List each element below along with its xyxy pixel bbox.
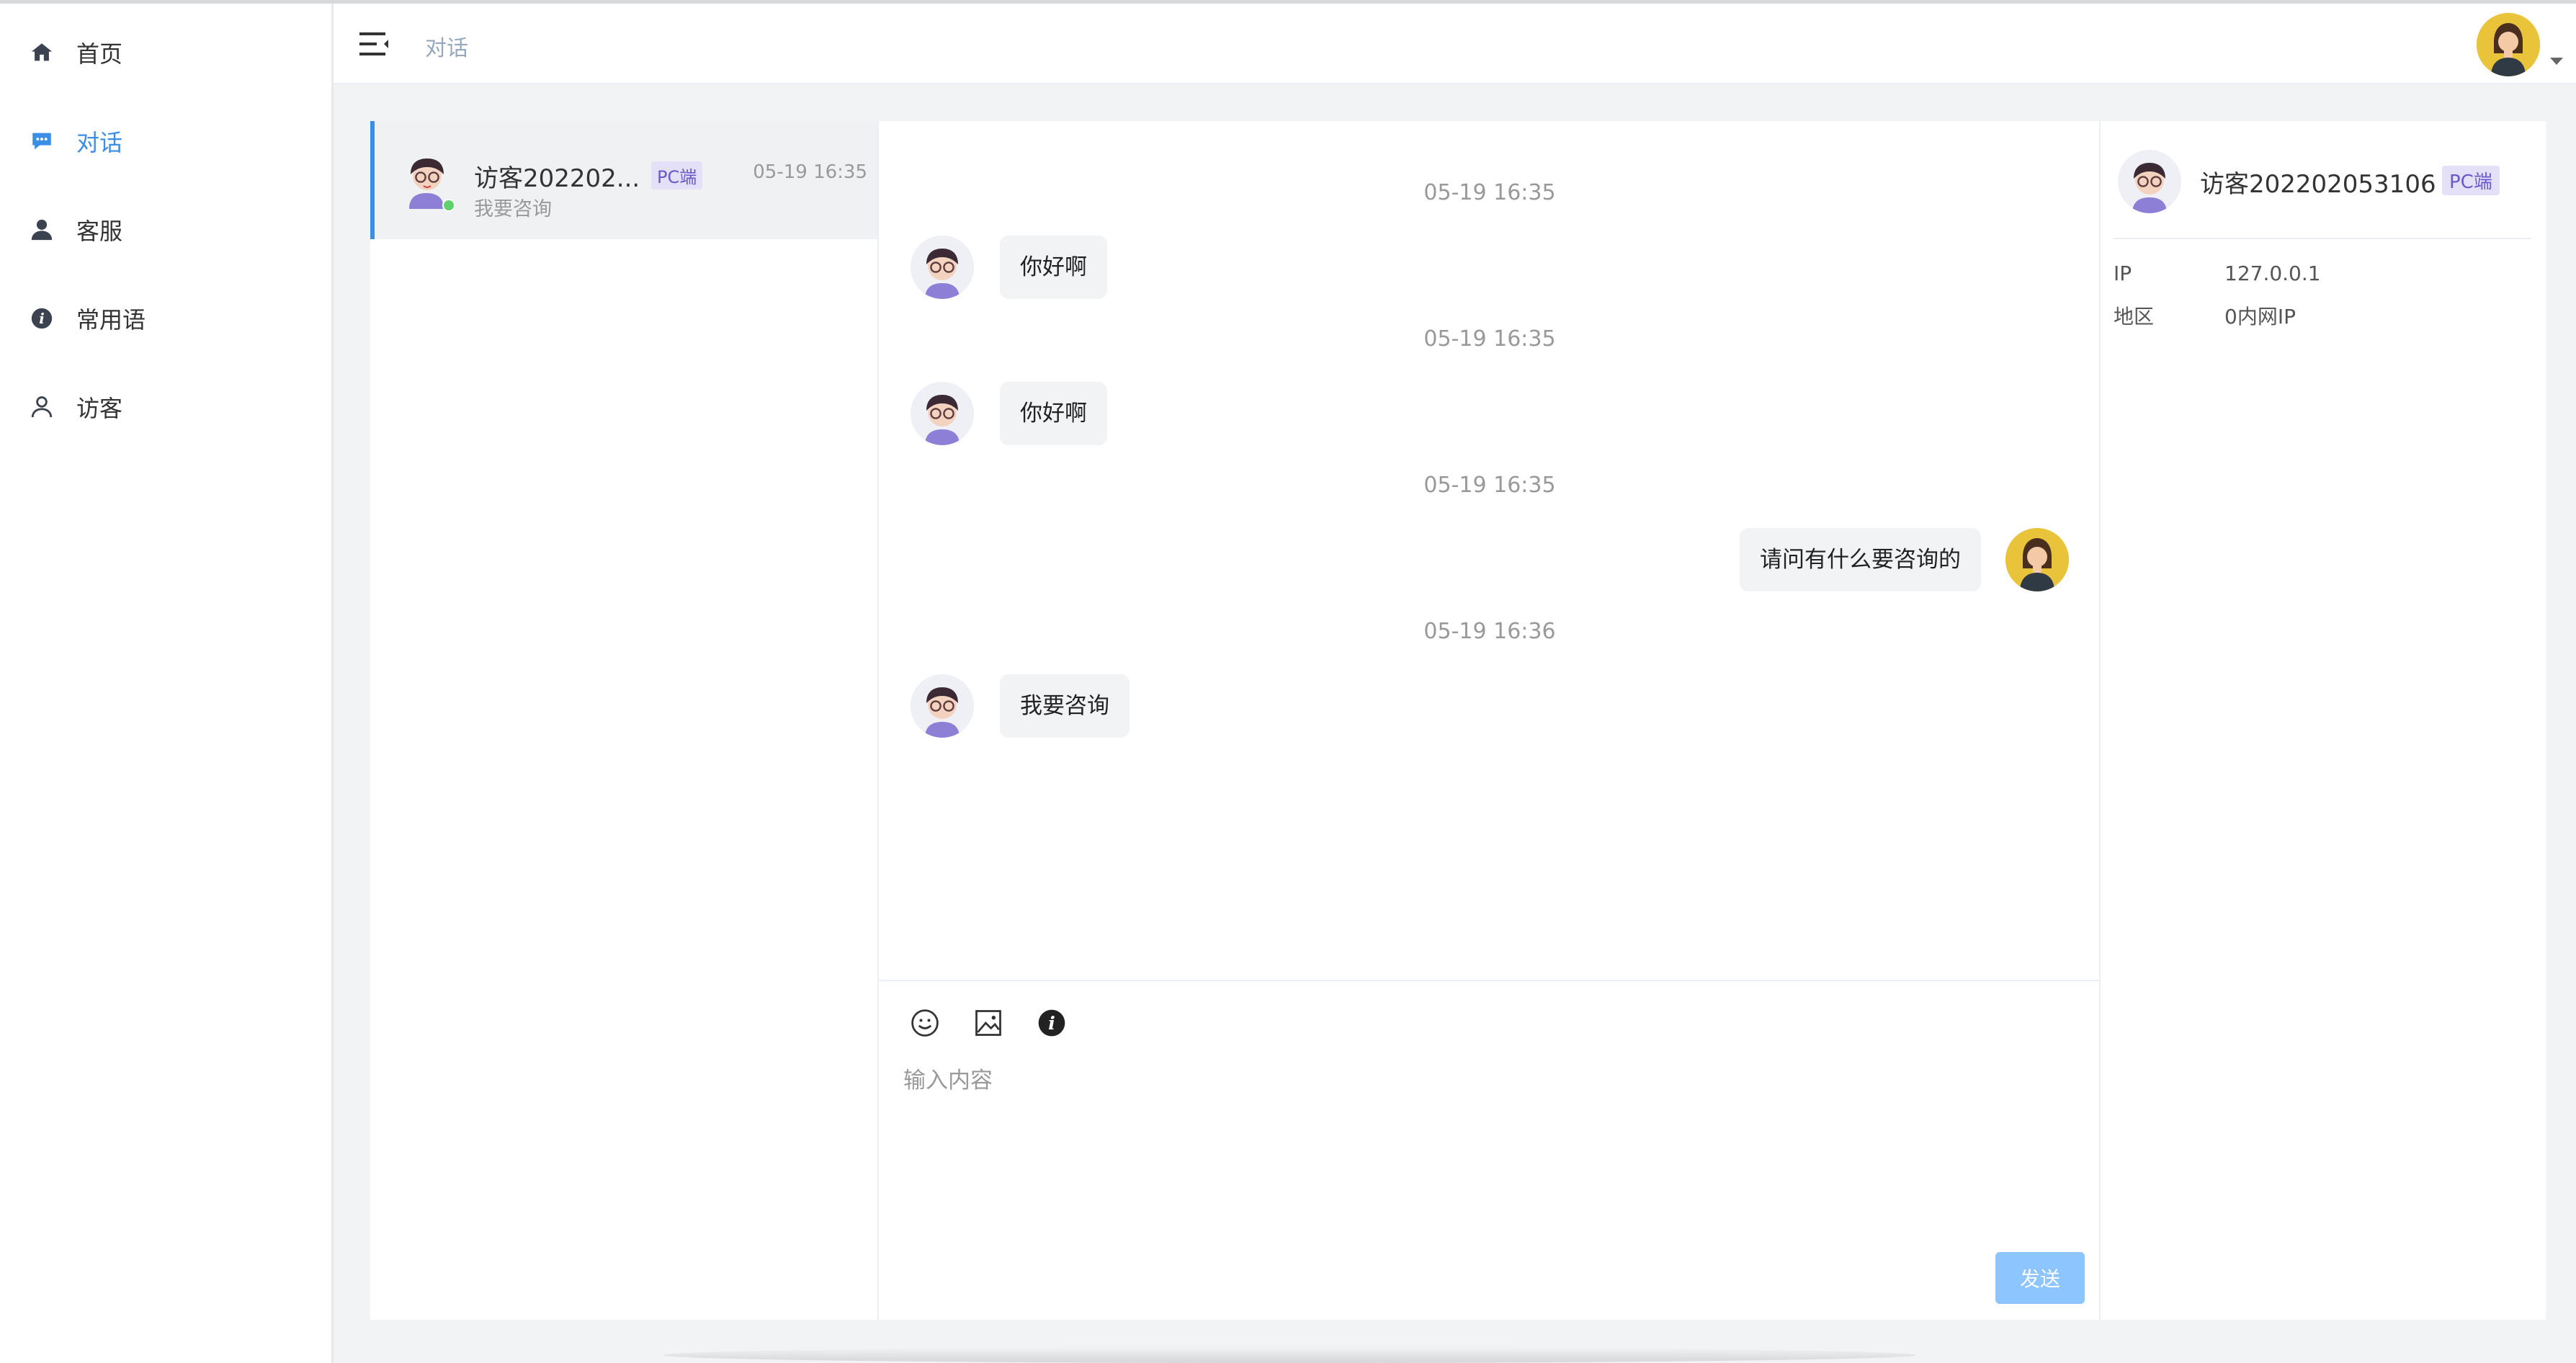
image-icon[interactable]: [972, 1007, 1004, 1039]
send-button[interactable]: 发送: [1995, 1252, 2085, 1304]
chat-icon: [29, 128, 55, 154]
sidebar: 首页 对话 客服 i 常用语 访客: [0, 4, 334, 1363]
home-icon: [29, 40, 55, 66]
visitor-name: 访客202202053106: [2200, 170, 2436, 199]
visitor-info-panel: 访客202202053106 PC端 IP 127.0.0.1 地区 0内网IP: [2099, 121, 2546, 1320]
menu-toggle-icon[interactable]: [359, 31, 391, 57]
device-badge: PC端: [651, 161, 703, 189]
message-bubble: 请问有什么要咨询的: [1740, 528, 1981, 591]
chat-panel: 05-19 16:35 你好啊 05-19 16:35 你好啊 05-19 16…: [877, 121, 2101, 1320]
region-label: 地区: [2114, 305, 2155, 329]
user-avatar[interactable]: [2477, 13, 2540, 76]
info-icon[interactable]: i: [1036, 1007, 1068, 1039]
sidebar-item-label: 访客: [76, 395, 123, 422]
person-icon: [29, 217, 55, 243]
sidebar-item-label: 首页: [76, 40, 123, 68]
conversation-preview: 我要咨询: [474, 198, 552, 220]
ip-label: IP: [2114, 262, 2132, 285]
breadcrumb[interactable]: 对话: [425, 30, 468, 62]
message-bubble: 你好啊: [1000, 382, 1107, 445]
message-timestamp: 05-19 16:35: [1423, 473, 1556, 498]
message-timestamp: 05-19 16:35: [1423, 326, 1556, 352]
ip-value: 127.0.0.1: [2224, 262, 2321, 285]
sidebar-item-label: 常用语: [76, 306, 146, 334]
message-bubble: 你好啊: [1000, 236, 1107, 299]
conversation-list: 访客202202... PC端 05-19 16:35 我要咨询: [370, 121, 882, 1320]
message-bubble: 我要咨询: [1000, 674, 1130, 738]
divider: [2114, 238, 2531, 239]
sidebar-item-phrases[interactable]: i 常用语: [0, 282, 331, 354]
sidebar-item-home[interactable]: 首页: [0, 17, 331, 89]
sidebar-item-label: 客服: [76, 218, 123, 245]
agent-avatar: [2005, 528, 2069, 591]
message-timestamp: 05-19 16:35: [1423, 180, 1556, 205]
svg-text:i: i: [1048, 1013, 1055, 1034]
svg-text:i: i: [39, 310, 45, 327]
visitor-avatar: [911, 382, 974, 445]
region-value: 0内网IP: [2224, 305, 2296, 329]
online-status-dot: [442, 199, 455, 212]
top-header: 对话: [334, 4, 2576, 84]
sidebar-item-agents[interactable]: 客服: [0, 194, 331, 266]
user-outline-icon: [29, 394, 55, 420]
visitor-avatar: [2118, 150, 2181, 213]
message-composer: i 发送: [879, 980, 2101, 1321]
conversation-name: 访客202202...: [474, 164, 640, 193]
visitor-avatar: [911, 674, 974, 738]
sidebar-item-label: 对话: [76, 129, 123, 156]
emoji-icon[interactable]: [909, 1007, 941, 1039]
conversation-item[interactable]: 访客202202... PC端 05-19 16:35 我要咨询: [370, 121, 882, 239]
visitor-avatar: [911, 236, 974, 299]
device-badge: PC端: [2442, 166, 2500, 195]
app-window: 首页 对话 客服 i 常用语 访客 对话 访客202202... PC端 05-…: [0, 0, 2576, 1363]
sidebar-item-chat[interactable]: 对话: [0, 105, 331, 177]
chevron-down-icon[interactable]: [2550, 58, 2563, 65]
info-icon: i: [29, 305, 55, 331]
message-input[interactable]: [902, 1060, 2072, 1236]
bottom-shadow: [663, 1347, 1916, 1363]
conversation-time: 05-19 16:35: [753, 161, 867, 183]
sidebar-item-visitors[interactable]: 访客: [0, 371, 331, 443]
message-timestamp: 05-19 16:36: [1423, 619, 1556, 644]
